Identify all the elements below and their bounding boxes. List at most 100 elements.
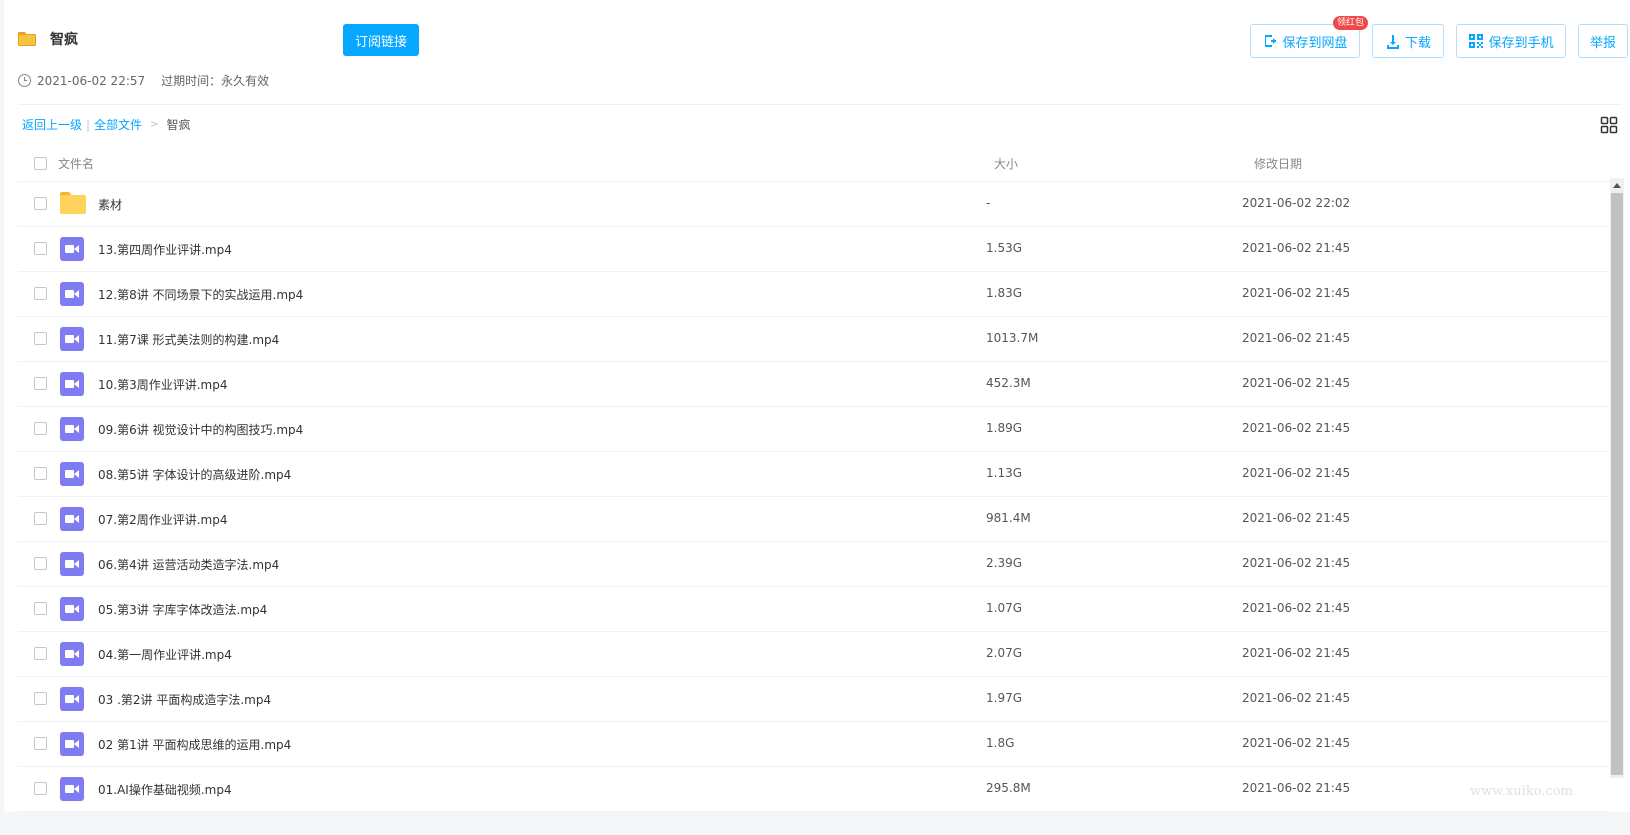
file-name[interactable]: 11.第7课 形式美法则的构建.mp4 — [98, 331, 279, 348]
file-row-checkbox[interactable] — [34, 692, 47, 705]
file-date: 2021-06-02 21:45 — [1242, 781, 1351, 795]
column-header-date[interactable]: 修改日期 — [1254, 155, 1302, 172]
file-name[interactable]: 09.第6讲 视觉设计中的构图技巧.mp4 — [98, 421, 303, 438]
file-row[interactable]: 12.第8讲 不同场景下的实战运用.mp4 1.83G 2021-06-02 21:… — [18, 272, 1608, 317]
file-row[interactable]: 素材 - 2021-06-02 22:02 — [18, 182, 1608, 227]
file-row-checkbox[interactable] — [34, 332, 47, 345]
file-name[interactable]: 素材 — [98, 196, 122, 213]
grid-view-icon[interactable] — [1600, 116, 1618, 134]
file-date: 2021-06-02 21:45 — [1242, 376, 1351, 390]
file-size: 981.4M — [986, 511, 1031, 525]
save-to-phone-button[interactable]: 保存到手机 — [1456, 24, 1566, 58]
subscribe-link-button[interactable]: 订阅链接 — [343, 24, 419, 56]
file-date: 2021-06-02 21:45 — [1242, 511, 1351, 525]
file-name[interactable]: 13.第四周作业评讲.mp4 — [98, 241, 232, 258]
file-row-checkbox[interactable] — [34, 647, 47, 660]
file-row[interactable]: 06.第4讲 运营活动类造字法.mp4 2.39G 2021-06-02 21:45 — [18, 542, 1608, 587]
file-row[interactable]: 10.第3周作业评讲.mp4 452.3M 2021-06-02 21:45 — [18, 362, 1608, 407]
file-row[interactable]: 11.第7课 形式美法则的构建.mp4 1013.7M 2021-06-02 21:… — [18, 317, 1608, 362]
file-list: 素材 - 2021-06-02 22:02 13.第四周作业评讲.mp4 1.53G 20… — [18, 182, 1608, 812]
file-row-checkbox[interactable] — [34, 512, 47, 525]
video-file-icon — [60, 417, 84, 441]
red-packet-badge[interactable]: 领红包 — [1333, 16, 1369, 30]
video-file-icon — [60, 732, 84, 756]
breadcrumb-all-files-link[interactable]: 全部文件 — [94, 116, 142, 133]
file-size: 1.07G — [986, 601, 1023, 615]
save-to-phone-label: 保存到手机 — [1488, 35, 1554, 51]
scroll-up-arrow-icon[interactable] — [1610, 178, 1624, 192]
file-row[interactable]: 09.第6讲 视觉设计中的构图技巧.mp4 1.89G 2021-06-02 21:… — [18, 407, 1608, 452]
file-name[interactable]: 04.第一周作业评讲.mp4 — [98, 646, 232, 663]
folder-icon — [60, 192, 86, 216]
file-date: 2021-06-02 21:45 — [1242, 691, 1351, 705]
file-date: 2021-06-02 21:45 — [1242, 601, 1351, 615]
share-meta: 2021-06-02 22:57 过期时间：永久有效 — [18, 72, 269, 89]
file-date: 2021-06-02 21:45 — [1242, 241, 1351, 255]
file-row[interactable]: 05.第3讲 字库字体改造法.mp4 1.07G 2021-06-02 21:45 — [18, 587, 1608, 632]
download-icon — [1386, 35, 1399, 49]
file-row[interactable]: 08.第5讲 字体设计的高级进阶.mp4 1.13G 2021-06-02 21:4… — [18, 452, 1608, 497]
file-row[interactable]: 03 .第2讲 平面构成造字法.mp4 1.97G 2021-06-02 21:45 — [18, 677, 1608, 722]
video-file-icon — [60, 597, 84, 621]
file-row-checkbox[interactable] — [34, 557, 47, 570]
video-file-icon — [60, 462, 84, 486]
share-created-time: 2021-06-02 22:57 — [37, 73, 146, 88]
download-button[interactable]: 下载 — [1372, 24, 1444, 58]
column-header-name[interactable]: 文件名 — [58, 155, 94, 172]
file-name[interactable]: 10.第3周作业评讲.mp4 — [98, 376, 227, 393]
file-size: 2.07G — [986, 646, 1023, 660]
column-header-size[interactable]: 大小 — [994, 155, 1018, 172]
file-row-checkbox[interactable] — [34, 602, 47, 615]
file-date: 2021-06-02 21:45 — [1242, 466, 1351, 480]
breadcrumb-separator: | — [86, 117, 91, 132]
select-all-checkbox[interactable] — [34, 157, 47, 170]
video-file-icon — [60, 777, 84, 801]
file-size: 1.13G — [986, 466, 1023, 480]
share-title: 智疯 — [50, 32, 78, 48]
file-name[interactable]: 12.第8讲 不同场景下的实战运用.mp4 — [98, 286, 303, 303]
file-size: 1.89G — [986, 421, 1023, 435]
file-date: 2021-06-02 21:45 — [1242, 646, 1351, 660]
video-file-icon — [60, 507, 84, 531]
file-date: 2021-06-02 22:02 — [1242, 196, 1351, 210]
video-file-icon — [60, 282, 84, 306]
file-row[interactable]: 07.第2周作业评讲.mp4 981.4M 2021-06-02 21:45 — [18, 497, 1608, 542]
file-name[interactable]: 07.第2周作业评讲.mp4 — [98, 511, 227, 528]
file-row-checkbox[interactable] — [34, 242, 47, 255]
file-date: 2021-06-02 21:45 — [1242, 421, 1351, 435]
file-row-checkbox[interactable] — [34, 467, 47, 480]
file-row-checkbox[interactable] — [34, 737, 47, 750]
file-row-checkbox[interactable] — [34, 197, 47, 210]
file-size: 1.83G — [986, 286, 1023, 300]
file-row-checkbox[interactable] — [34, 377, 47, 390]
file-date: 2021-06-02 21:45 — [1242, 736, 1351, 750]
folder-icon — [18, 32, 36, 46]
video-file-icon — [60, 642, 84, 666]
file-name[interactable]: 05.第3讲 字库字体改造法.mp4 — [98, 601, 267, 618]
share-expire-time: 过期时间：永久有效 — [161, 74, 270, 88]
breadcrumb-back-link[interactable]: 返回上一级 — [22, 116, 82, 133]
file-size: - — [986, 196, 991, 210]
video-file-icon — [60, 372, 84, 396]
file-row[interactable]: 13.第四周作业评讲.mp4 1.53G 2021-06-02 21:45 — [18, 227, 1608, 272]
file-size: 2.39G — [986, 556, 1023, 570]
save-to-disk-label: 保存到网盘 — [1282, 35, 1348, 51]
file-name[interactable]: 02 第1讲 平面构成思维的运用.mp4 — [98, 736, 291, 753]
scrollbar[interactable] — [1610, 178, 1624, 778]
scroll-thumb[interactable] — [1611, 193, 1623, 775]
file-row[interactable]: 02 第1讲 平面构成思维的运用.mp4 1.8G 2021-06-02 21:45 — [18, 722, 1608, 767]
file-row[interactable]: 01.AI操作基础视频.mp4 295.8M 2021-06-02 21:45 — [18, 767, 1608, 812]
file-name[interactable]: 03 .第2讲 平面构成造字法.mp4 — [98, 691, 271, 708]
file-name[interactable]: 08.第5讲 字体设计的高级进阶.mp4 — [98, 466, 291, 483]
clock-icon — [18, 74, 31, 87]
report-button[interactable]: 举报 — [1578, 24, 1628, 58]
video-file-icon — [60, 327, 84, 351]
file-row-checkbox[interactable] — [34, 782, 47, 795]
file-size: 295.8M — [986, 781, 1031, 795]
video-file-icon — [60, 552, 84, 576]
file-row-checkbox[interactable] — [34, 287, 47, 300]
file-name[interactable]: 01.AI操作基础视频.mp4 — [98, 781, 232, 798]
file-row-checkbox[interactable] — [34, 422, 47, 435]
file-name[interactable]: 06.第4讲 运营活动类造字法.mp4 — [98, 556, 279, 573]
file-row[interactable]: 04.第一周作业评讲.mp4 2.07G 2021-06-02 21:45 — [18, 632, 1608, 677]
